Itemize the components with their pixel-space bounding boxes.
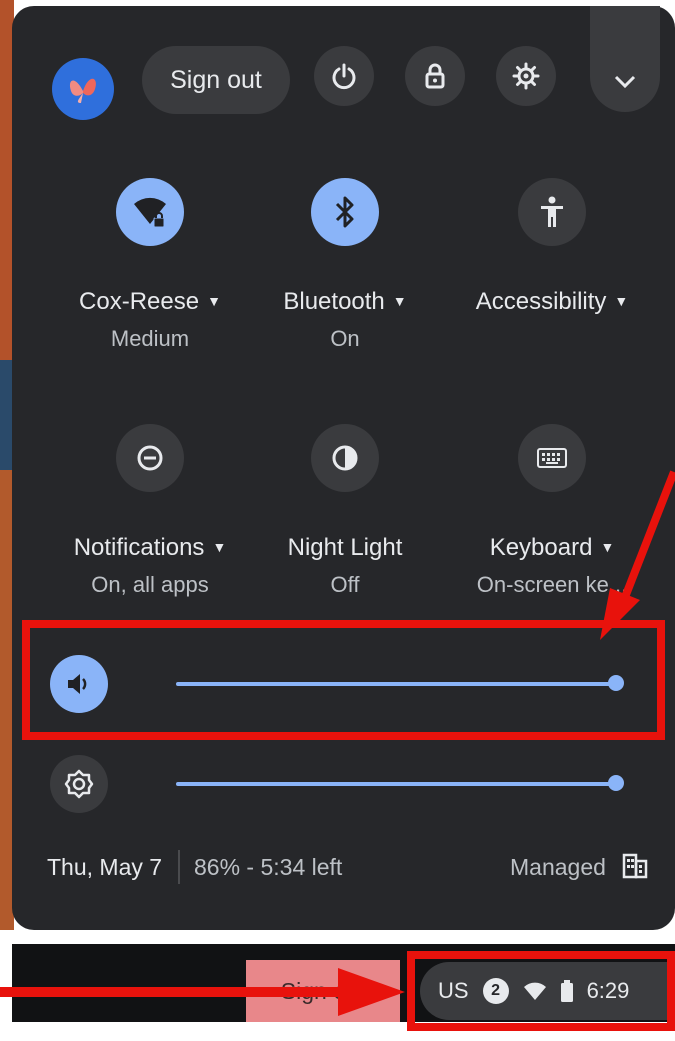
date-label[interactable]: Thu, May 7	[47, 854, 162, 881]
tile-accessibility[interactable]: Accessibility ▼	[452, 178, 652, 316]
sign-out-button[interactable]: Sign out	[142, 46, 290, 114]
accessibility-toggle[interactable]	[518, 178, 586, 246]
user-avatar[interactable]	[52, 58, 114, 120]
tile-accessibility-label: Accessibility	[475, 288, 607, 315]
quick-settings-footer: Thu, May 7 86% - 5:34 left Managed	[12, 844, 675, 894]
gear-icon	[512, 62, 540, 90]
wifi-lock-icon	[134, 197, 166, 228]
lock-button[interactable]	[405, 46, 465, 106]
tile-night-light[interactable]: Night Light Off	[245, 424, 445, 598]
night-light-toggle[interactable]	[311, 424, 379, 492]
brightness-slider-row	[12, 755, 675, 825]
tile-notifications-label: Notifications	[73, 534, 205, 561]
annotation-highlight-tray	[407, 951, 675, 1031]
bluetooth-toggle[interactable]	[311, 178, 379, 246]
accessibility-icon	[541, 196, 563, 227]
tile-bluetooth[interactable]: Bluetooth ▼ On	[245, 178, 445, 352]
tile-keyboard-label: Keyboard	[489, 534, 593, 561]
notifications-toggle[interactable]	[116, 424, 184, 492]
settings-button[interactable]	[496, 46, 556, 106]
butterfly-avatar-icon	[69, 78, 96, 103]
brightness-slider-thumb[interactable]	[608, 775, 624, 791]
collapse-button[interactable]	[590, 6, 660, 112]
footer-divider	[178, 850, 180, 884]
tile-bluetooth-label: Bluetooth	[283, 288, 385, 315]
network-toggle[interactable]	[116, 178, 184, 246]
annotation-highlight-volume	[22, 620, 665, 740]
annotation-arrow-icon	[600, 470, 675, 640]
brightness-slider-track[interactable]	[176, 782, 616, 786]
bluetooth-icon	[335, 196, 354, 228]
building-icon	[622, 853, 648, 879]
caret-down-icon: ▼	[614, 293, 629, 309]
chevron-down-icon	[614, 75, 636, 89]
tile-night-light-status: Off	[330, 572, 360, 597]
quick-settings-header: Sign out	[12, 6, 675, 146]
tile-network-label: Cox-Reese	[79, 288, 200, 315]
tile-notifications[interactable]: Notifications ▼ On, all apps	[50, 424, 250, 598]
tile-network[interactable]: Cox-Reese ▼ Medium	[50, 178, 250, 352]
tile-network-status: Medium	[110, 326, 190, 351]
battery-status[interactable]: 86% - 5:34 left	[194, 854, 342, 881]
power-button[interactable]	[314, 46, 374, 106]
annotation-arrow-tray-icon	[0, 968, 405, 1016]
managed-label[interactable]: Managed	[510, 854, 606, 881]
caret-down-icon: ▼	[212, 539, 227, 555]
lock-icon	[425, 63, 445, 89]
tile-night-light-label: Night Light	[287, 534, 403, 561]
caret-down-icon: ▼	[392, 293, 407, 309]
power-icon	[332, 63, 356, 90]
tile-notifications-status: On, all apps	[91, 572, 209, 597]
keyboard-icon	[537, 448, 567, 468]
keyboard-toggle[interactable]	[518, 424, 586, 492]
night-light-icon	[332, 445, 358, 471]
brightness-button	[50, 755, 108, 813]
quick-settings-panel: Sign out Cox-Reese ▼ Medium Bluetooth ▼ …	[12, 6, 675, 930]
do-not-disturb-icon	[137, 445, 163, 471]
brightness-icon	[64, 769, 94, 799]
tile-bluetooth-status: On	[330, 326, 360, 351]
caret-down-icon: ▼	[207, 293, 221, 309]
